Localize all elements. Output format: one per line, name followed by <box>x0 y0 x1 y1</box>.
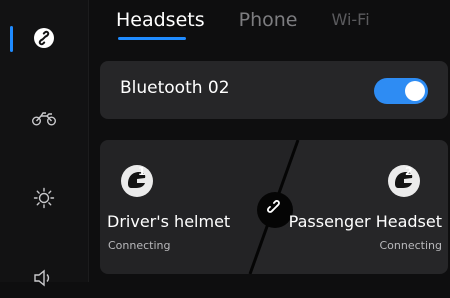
driver-badge: 1 <box>138 165 146 178</box>
helmet-icon <box>387 164 421 198</box>
driver-status: Connecting <box>108 239 171 252</box>
tab-phone[interactable]: Phone <box>239 6 298 42</box>
sidebar <box>0 0 89 287</box>
headsets-card: 1 Driver's helmet Connecting 2 Passenger… <box>100 140 448 274</box>
tab-wifi[interactable]: Wi-Fi <box>331 6 369 42</box>
sidebar-item-link[interactable] <box>0 18 88 58</box>
driver-name: Driver's helmet <box>107 212 231 231</box>
link-icon <box>33 27 55 49</box>
speaker-icon <box>33 269 55 287</box>
bluetooth-toggle[interactable] <box>374 78 428 104</box>
link-icon <box>265 198 285 222</box>
sidebar-item-speaker[interactable] <box>0 258 88 298</box>
helmet-icon <box>120 164 154 198</box>
bluetooth-card: Bluetooth 02 <box>100 61 448 119</box>
passenger-name: Passenger Headset <box>288 212 442 231</box>
sidebar-item-brightness[interactable] <box>0 178 88 218</box>
toggle-knob <box>405 81 425 101</box>
tab-underline <box>118 37 186 40</box>
passenger-badge: 2 <box>405 165 413 178</box>
bluetooth-label: Bluetooth 02 <box>120 78 230 98</box>
motorcycle-icon <box>31 109 57 127</box>
sidebar-item-motorcycle[interactable] <box>0 98 88 138</box>
link-button[interactable] <box>257 192 293 228</box>
passenger-status: Connecting <box>379 239 443 252</box>
brightness-icon <box>33 187 55 209</box>
